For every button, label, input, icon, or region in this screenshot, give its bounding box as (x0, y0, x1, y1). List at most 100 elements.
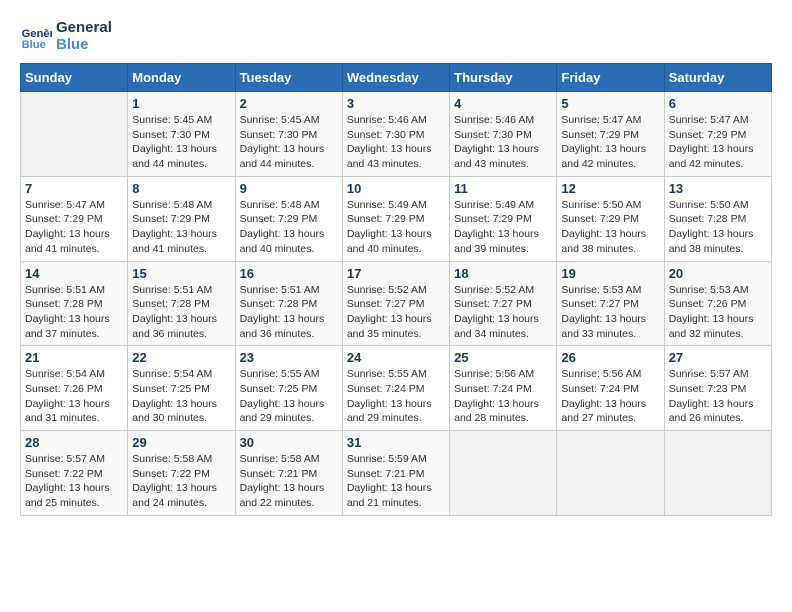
calendar-cell: 31Sunrise: 5:59 AMSunset: 7:21 PMDayligh… (342, 431, 449, 516)
day-number: 18 (454, 266, 552, 281)
day-number: 7 (25, 181, 123, 196)
calendar-week-row: 7 Sunrise: 5:47 AMSunset: 7:29 PMDaylight… (21, 176, 772, 261)
calendar-week-row: 28 Sunrise: 5:57 AMSunset: 7:22 PMDayligh… (21, 431, 772, 516)
day-info: Sunrise: 5:57 AMSunset: 7:23 PMDaylight:… (669, 367, 767, 426)
day-info: Sunrise: 5:48 AMSunset: 7:29 PMDaylight:… (132, 198, 230, 257)
day-number: 17 (347, 266, 445, 281)
day-info: Sunrise: 5:55 AMSunset: 7:25 PMDaylight:… (240, 367, 338, 426)
calendar-cell: 8 Sunrise: 5:48 AMSunset: 7:29 PMDaylight… (128, 176, 235, 261)
calendar-cell (557, 431, 664, 516)
calendar-cell: 12Sunrise: 5:50 AMSunset: 7:29 PMDayligh… (557, 176, 664, 261)
day-info: Sunrise: 5:50 AMSunset: 7:28 PMDaylight:… (669, 198, 767, 257)
day-number: 29 (132, 435, 230, 450)
day-info: Sunrise: 5:54 AMSunset: 7:26 PMDaylight:… (25, 367, 123, 426)
calendar-cell: 26Sunrise: 5:56 AMSunset: 7:24 PMDayligh… (557, 346, 664, 431)
calendar-cell: 9 Sunrise: 5:48 AMSunset: 7:29 PMDaylight… (235, 176, 342, 261)
day-info: Sunrise: 5:58 AMSunset: 7:22 PMDaylight:… (132, 452, 230, 511)
calendar-cell: 11Sunrise: 5:49 AMSunset: 7:29 PMDayligh… (450, 176, 557, 261)
calendar-cell: 16Sunrise: 5:51 AMSunset: 7:28 PMDayligh… (235, 261, 342, 346)
calendar-week-row: 14 Sunrise: 5:51 AMSunset: 7:28 PMDayligh… (21, 261, 772, 346)
day-info: Sunrise: 5:53 AMSunset: 7:27 PMDaylight:… (561, 283, 659, 342)
calendar-cell: 2 Sunrise: 5:45 AMSunset: 7:30 PMDaylight… (235, 92, 342, 177)
weekday-header-thursday: Thursday (450, 64, 557, 92)
day-number: 25 (454, 350, 552, 365)
day-number: 20 (669, 266, 767, 281)
calendar-cell: 1Sunrise: 5:45 AMSunset: 7:30 PMDaylight… (128, 92, 235, 177)
calendar-cell: 13 Sunrise: 5:50 AMSunset: 7:28 PMDayligh… (664, 176, 771, 261)
calendar-cell: 30 Sunrise: 5:58 AMSunset: 7:21 PMDayligh… (235, 431, 342, 516)
day-info: Sunrise: 5:49 AMSunset: 7:29 PMDaylight:… (454, 198, 552, 257)
day-number: 19 (561, 266, 659, 281)
day-info: Sunrise: 5:58 AMSunset: 7:21 PMDaylight:… (240, 452, 338, 511)
calendar-cell: 10 Sunrise: 5:49 AMSunset: 7:29 PMDayligh… (342, 176, 449, 261)
day-info: Sunrise: 5:45 AMSunset: 7:30 PMDaylight:… (132, 113, 230, 172)
calendar-week-row: 1Sunrise: 5:45 AMSunset: 7:30 PMDaylight… (21, 92, 772, 177)
calendar-cell: 15Sunrise: 5:51 AMSunset: 7:28 PMDayligh… (128, 261, 235, 346)
day-info: Sunrise: 5:51 AMSunset: 7:28 PMDaylight:… (25, 283, 123, 342)
calendar-cell: 28 Sunrise: 5:57 AMSunset: 7:22 PMDayligh… (21, 431, 128, 516)
day-info: Sunrise: 5:47 AMSunset: 7:29 PMDaylight:… (669, 113, 767, 172)
day-info: Sunrise: 5:47 AMSunset: 7:29 PMDaylight:… (25, 198, 123, 257)
calendar-cell: 14 Sunrise: 5:51 AMSunset: 7:28 PMDayligh… (21, 261, 128, 346)
day-number: 10 (347, 181, 445, 196)
day-info: Sunrise: 5:59 AMSunset: 7:21 PMDaylight:… (347, 452, 445, 511)
weekday-header-tuesday: Tuesday (235, 64, 342, 92)
day-info: Sunrise: 5:45 AMSunset: 7:30 PMDaylight:… (240, 113, 338, 172)
day-number: 16 (240, 266, 338, 281)
day-number: 5 (561, 96, 659, 111)
day-number: 28 (25, 435, 123, 450)
logo: General Blue General Blue (20, 20, 112, 53)
calendar-cell: 23 Sunrise: 5:55 AMSunset: 7:25 PMDayligh… (235, 346, 342, 431)
calendar-week-row: 21 Sunrise: 5:54 AMSunset: 7:26 PMDayligh… (21, 346, 772, 431)
page-header: General Blue General Blue (20, 20, 772, 53)
logo-icon: General Blue (20, 21, 52, 53)
calendar-cell (664, 431, 771, 516)
calendar-table: SundayMondayTuesdayWednesdayThursdayFrid… (20, 63, 772, 516)
day-number: 15 (132, 266, 230, 281)
calendar-cell: 4 Sunrise: 5:46 AMSunset: 7:30 PMDaylight… (450, 92, 557, 177)
calendar-cell: 29 Sunrise: 5:58 AMSunset: 7:22 PMDayligh… (128, 431, 235, 516)
day-number: 21 (25, 350, 123, 365)
day-info: Sunrise: 5:48 AMSunset: 7:29 PMDaylight:… (240, 198, 338, 257)
day-number: 26 (561, 350, 659, 365)
calendar-cell (450, 431, 557, 516)
calendar-cell: 20Sunrise: 5:53 AMSunset: 7:26 PMDayligh… (664, 261, 771, 346)
day-number: 8 (132, 181, 230, 196)
day-number: 27 (669, 350, 767, 365)
logo-text-blue: Blue (56, 37, 112, 54)
calendar-cell: 21 Sunrise: 5:54 AMSunset: 7:26 PMDayligh… (21, 346, 128, 431)
calendar-cell: 27 Sunrise: 5:57 AMSunset: 7:23 PMDayligh… (664, 346, 771, 431)
weekday-header-row: SundayMondayTuesdayWednesdayThursdayFrid… (21, 64, 772, 92)
calendar-cell: 17 Sunrise: 5:52 AMSunset: 7:27 PMDayligh… (342, 261, 449, 346)
calendar-cell: 24Sunrise: 5:55 AMSunset: 7:24 PMDayligh… (342, 346, 449, 431)
day-number: 9 (240, 181, 338, 196)
day-info: Sunrise: 5:52 AMSunset: 7:27 PMDaylight:… (454, 283, 552, 342)
weekday-header-friday: Friday (557, 64, 664, 92)
calendar-cell: 5 Sunrise: 5:47 AMSunset: 7:29 PMDaylight… (557, 92, 664, 177)
calendar-cell: 7 Sunrise: 5:47 AMSunset: 7:29 PMDaylight… (21, 176, 128, 261)
day-number: 2 (240, 96, 338, 111)
day-number: 30 (240, 435, 338, 450)
svg-text:Blue: Blue (22, 39, 46, 51)
calendar-cell: 22Sunrise: 5:54 AMSunset: 7:25 PMDayligh… (128, 346, 235, 431)
day-info: Sunrise: 5:49 AMSunset: 7:29 PMDaylight:… (347, 198, 445, 257)
day-number: 13 (669, 181, 767, 196)
weekday-header-wednesday: Wednesday (342, 64, 449, 92)
day-info: Sunrise: 5:46 AMSunset: 7:30 PMDaylight:… (347, 113, 445, 172)
day-info: Sunrise: 5:52 AMSunset: 7:27 PMDaylight:… (347, 283, 445, 342)
day-number: 14 (25, 266, 123, 281)
day-info: Sunrise: 5:56 AMSunset: 7:24 PMDaylight:… (454, 367, 552, 426)
day-info: Sunrise: 5:57 AMSunset: 7:22 PMDaylight:… (25, 452, 123, 511)
day-info: Sunrise: 5:46 AMSunset: 7:30 PMDaylight:… (454, 113, 552, 172)
weekday-header-sunday: Sunday (21, 64, 128, 92)
day-number: 22 (132, 350, 230, 365)
day-number: 23 (240, 350, 338, 365)
weekday-header-saturday: Saturday (664, 64, 771, 92)
day-number: 12 (561, 181, 659, 196)
logo-text-general: General (56, 20, 112, 37)
day-number: 4 (454, 96, 552, 111)
day-number: 24 (347, 350, 445, 365)
day-info: Sunrise: 5:47 AMSunset: 7:29 PMDaylight:… (561, 113, 659, 172)
weekday-header-monday: Monday (128, 64, 235, 92)
calendar-cell: 6Sunrise: 5:47 AMSunset: 7:29 PMDaylight… (664, 92, 771, 177)
